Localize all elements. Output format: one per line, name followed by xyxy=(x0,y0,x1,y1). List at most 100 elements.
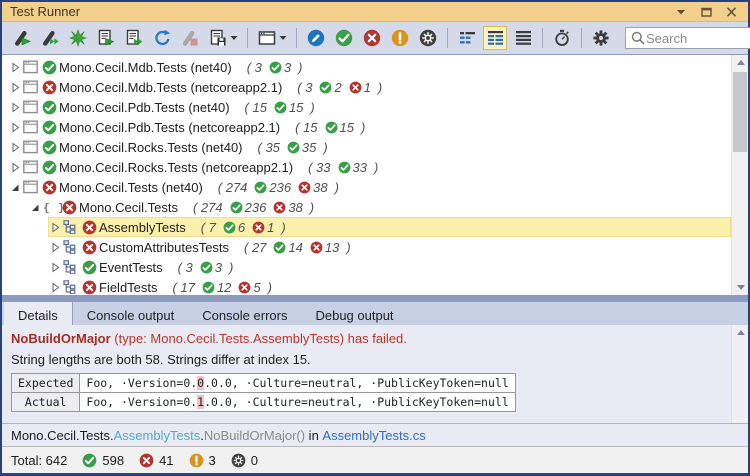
settings-button[interactable] xyxy=(589,26,613,50)
tree-row[interactable]: Mono.Cecil.Pdb.Tests (netcoreapp2.1)( 15… xyxy=(8,117,731,137)
run-test-list-button[interactable] xyxy=(94,26,118,50)
scroll-down-button[interactable] xyxy=(732,280,749,295)
filter-failed-button[interactable] xyxy=(360,26,384,50)
search-input[interactable] xyxy=(646,31,750,46)
splitter[interactable] xyxy=(2,295,748,302)
status-passed-icon xyxy=(42,120,57,135)
tree-scrollbar[interactable] xyxy=(731,55,748,295)
filter-notrun-button[interactable] xyxy=(416,26,440,50)
save-results-button[interactable] xyxy=(206,26,240,50)
view-grouped-icon xyxy=(459,31,476,45)
expander[interactable] xyxy=(8,62,23,73)
status-failed-icon xyxy=(42,80,57,95)
filter-edited-button[interactable] xyxy=(304,26,328,50)
test-name: EventTests xyxy=(99,260,163,275)
node-type-icon-cell xyxy=(63,280,82,294)
tree-row[interactable]: Mono.Cecil.Tests (net40)( 27423638) xyxy=(8,177,731,197)
run-all-lists-icon xyxy=(125,29,144,47)
assembly-icon xyxy=(23,180,38,194)
tab-console-errors[interactable]: Console errors xyxy=(188,302,301,325)
run-failed-icon xyxy=(69,29,87,47)
debug-tests-button[interactable] xyxy=(38,26,62,50)
window-layout-button[interactable] xyxy=(255,26,289,50)
scroll-up-button[interactable] xyxy=(732,55,749,70)
tree-row[interactable]: { }Mono.Cecil.Tests( 27423638) xyxy=(28,197,731,217)
expander-collapsed-icon[interactable] xyxy=(50,222,61,233)
expander[interactable] xyxy=(8,182,23,193)
view-list-button[interactable] xyxy=(511,26,535,50)
assembly-icon xyxy=(23,120,38,134)
diff-row-value: Foo, ·Version=0.0.0.0, ·Culture=neutral,… xyxy=(80,374,515,393)
expander-collapsed-icon[interactable] xyxy=(50,242,61,253)
filter-warning-button[interactable] xyxy=(388,26,412,50)
stack-file-link[interactable]: AssemblyTests.cs xyxy=(322,428,425,443)
scroll-up-icon xyxy=(737,330,745,335)
expander-collapsed-icon[interactable] xyxy=(10,82,21,93)
stop-icon xyxy=(181,29,199,47)
status-passed-icon xyxy=(200,261,213,274)
tree-row[interactable]: FieldTests( 17125) xyxy=(48,277,731,295)
scroll-thumb[interactable] xyxy=(733,72,747,152)
close-button[interactable] xyxy=(722,4,740,19)
tree-row[interactable]: Mono.Cecil.Rocks.Tests (netcoreapp2.1)( … xyxy=(8,157,731,177)
tree-row[interactable]: Mono.Cecil.Pdb.Tests (net40)( 1515) xyxy=(8,97,731,117)
run-tests-button[interactable] xyxy=(10,26,34,50)
expander-collapsed-icon[interactable] xyxy=(50,262,61,273)
expander-collapsed-icon[interactable] xyxy=(10,162,21,173)
test-name: Mono.Cecil.Tests (net40) xyxy=(59,180,203,195)
tab-debug-output[interactable]: Debug output xyxy=(301,302,407,325)
view-grouped-button[interactable] xyxy=(455,26,479,50)
test-name: Mono.Cecil.Tests xyxy=(79,200,178,215)
failure-headline: NoBuildOrMajor (type: Mono.Cecil.Tests.A… xyxy=(11,331,724,346)
expander[interactable] xyxy=(8,102,23,113)
tree-row[interactable]: AssemblyTests( 761) xyxy=(48,217,731,237)
tree-row[interactable]: CustomAttributesTests( 271413) xyxy=(48,237,731,257)
run-test-icon xyxy=(13,29,32,47)
diff-row-value: Foo, ·Version=0.1.0.0, ·Culture=neutral,… xyxy=(80,393,515,412)
expander-collapsed-icon[interactable] xyxy=(10,122,21,133)
expander[interactable] xyxy=(8,162,23,173)
filter-passed-button[interactable] xyxy=(332,26,356,50)
expander[interactable] xyxy=(48,222,63,233)
details-body: NoBuildOrMajor (type: Mono.Cecil.Tests.A… xyxy=(2,325,748,412)
expander-expanded-icon[interactable] xyxy=(10,182,21,193)
expander-collapsed-icon[interactable] xyxy=(10,62,21,73)
run-failed-tests-button[interactable] xyxy=(66,26,90,50)
status-failed-icon xyxy=(82,240,97,255)
expander[interactable] xyxy=(8,82,23,93)
expander[interactable] xyxy=(48,242,63,253)
status-failed-icon xyxy=(310,241,323,254)
status-passed-icon xyxy=(230,201,243,214)
view-flat-button[interactable] xyxy=(483,26,507,50)
scroll-down-icon xyxy=(737,285,745,290)
test-counts: ( 3333) xyxy=(308,160,378,175)
window-menu-button[interactable] xyxy=(672,4,690,19)
node-type-icon-cell xyxy=(23,120,42,134)
toolbar-separator xyxy=(247,28,248,48)
expander-collapsed-icon[interactable] xyxy=(50,282,61,293)
expander[interactable] xyxy=(48,262,63,273)
refresh-tests-button[interactable] xyxy=(150,26,174,50)
expander-expanded-icon[interactable] xyxy=(30,202,41,213)
tree-row[interactable]: EventTests( 33) xyxy=(48,257,731,277)
expander-collapsed-icon[interactable] xyxy=(10,142,21,153)
expander[interactable] xyxy=(48,282,63,293)
stop-tests-button[interactable] xyxy=(178,26,202,50)
scroll-up-button[interactable] xyxy=(732,325,748,340)
run-all-test-lists-button[interactable] xyxy=(122,26,146,50)
expander[interactable] xyxy=(8,122,23,133)
tab-details[interactable]: Details xyxy=(4,302,73,325)
details-scrollbar[interactable] xyxy=(731,325,748,423)
expander-collapsed-icon[interactable] xyxy=(10,102,21,113)
expander[interactable] xyxy=(28,202,43,213)
tree-row[interactable]: Mono.Cecil.Mdb.Tests (netcoreapp2.1)( 32… xyxy=(8,77,731,97)
node-status-cell xyxy=(82,240,99,255)
maximize-button[interactable] xyxy=(697,4,715,19)
stopwatch-button[interactable] xyxy=(550,26,574,50)
debug-test-icon xyxy=(41,29,60,47)
expander[interactable] xyxy=(8,142,23,153)
tree-row[interactable]: Mono.Cecil.Rocks.Tests (net40)( 3535) xyxy=(8,137,731,157)
toolbar-separator xyxy=(581,28,582,48)
tab-console-output[interactable]: Console output xyxy=(73,302,188,325)
tree-row[interactable]: Mono.Cecil.Mdb.Tests (net40)( 33) xyxy=(8,57,731,77)
